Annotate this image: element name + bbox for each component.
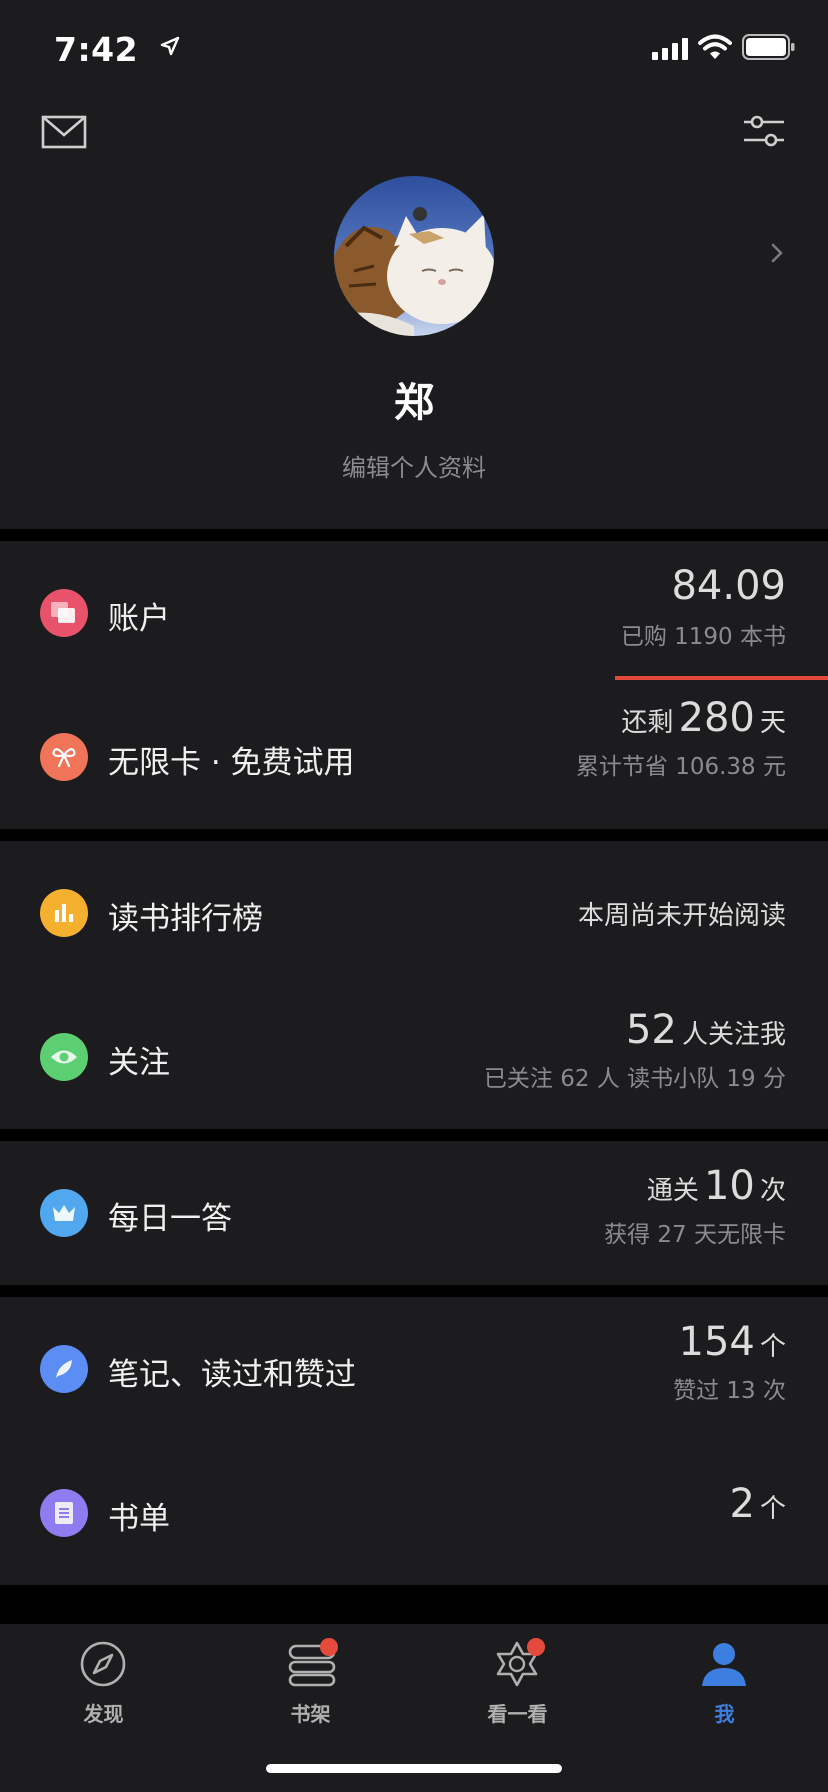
tab-watch-label: 看一看 [487, 1702, 548, 1726]
account-balance: 84.09 [671, 563, 786, 609]
tab-bookshelf-label: 书架 [290, 1702, 331, 1726]
daily-prefix: 通关 [646, 1176, 699, 1206]
profile-name: 郑 [394, 379, 434, 426]
avatar[interactable] [334, 176, 494, 336]
progress-underline [615, 676, 828, 680]
daily-unit: 次 [759, 1176, 786, 1206]
notes-label: 笔记、读过和赞过 [108, 1357, 356, 1393]
profile-header: 7:42 郑 编辑个人资料 [0, 0, 828, 529]
status-bar: 7:42 [0, 0, 828, 100]
tab-discover-label: 发现 [83, 1702, 124, 1726]
ranking-label: 读书排行榜 [108, 901, 263, 937]
daily-reward: 获得 27 天无限卡 [604, 1222, 786, 1248]
location-arrow-icon [160, 36, 180, 56]
daily-quiz-row[interactable]: 每日一答 通关 10 次 获得 27 天无限卡 [0, 1141, 828, 1285]
cellular-signal-icon [652, 38, 688, 60]
daily-count: 10 [703, 1163, 755, 1209]
eye-icon [40, 1033, 88, 1081]
settings-sliders-icon[interactable] [740, 110, 788, 154]
unlimited-savings: 累计节省 106.38 元 [575, 754, 786, 780]
unlimited-prefix: 还剩 [621, 708, 674, 738]
mail-icon[interactable] [40, 112, 88, 152]
booklist-count: 2 [729, 1481, 755, 1527]
tab-me[interactable]: 我 [621, 1624, 828, 1744]
likes-summary: 赞过 13 次 [673, 1378, 786, 1404]
notes-row[interactable]: 笔记、读过和赞过 154 个 赞过 13 次 [0, 1297, 828, 1441]
tab-watch[interactable]: 看一看 [414, 1624, 621, 1744]
chevron-right-icon[interactable] [770, 242, 784, 264]
tab-bookshelf[interactable]: 书架 [207, 1624, 414, 1744]
tab-me-label: 我 [714, 1702, 735, 1726]
notes-unit: 个 [759, 1332, 786, 1362]
infinity-ribbon-icon [40, 733, 88, 781]
booklist-unit: 个 [759, 1494, 786, 1524]
unlimited-days: 280 [678, 695, 755, 741]
feather-icon [40, 1345, 88, 1393]
unlimited-unit: 天 [759, 708, 786, 738]
followers-count: 52 [625, 1007, 677, 1053]
edit-profile-link[interactable]: 编辑个人资料 [0, 448, 828, 483]
wifi-icon [698, 34, 732, 59]
unlimited-card-label: 无限卡 · 免费试用 [108, 745, 355, 781]
account-section: 账户 84.09 已购 1190 本书 无限卡 · 免费试用 还剩 280 天 … [0, 541, 828, 829]
watch-badge [527, 1638, 545, 1656]
tab-discover[interactable]: 发现 [0, 1624, 207, 1744]
list-document-icon [40, 1489, 88, 1537]
daily-section: 每日一答 通关 10 次 获得 27 天无限卡 [0, 1141, 828, 1285]
battery-icon [742, 34, 795, 60]
bar-chart-icon [40, 889, 88, 937]
daily-quiz-label: 每日一答 [108, 1201, 232, 1237]
bookshelf-badge [320, 1638, 338, 1656]
booklist-label: 书单 [108, 1501, 170, 1537]
status-time: 7:42 [54, 30, 139, 69]
account-label: 账户 [108, 601, 170, 637]
followers-unit: 人关注我 [681, 1020, 786, 1050]
notes-count: 154 [678, 1319, 755, 1365]
home-indicator [266, 1764, 562, 1773]
account-row[interactable]: 账户 84.09 已购 1190 本书 [0, 541, 828, 685]
compass-icon [80, 1641, 126, 1687]
ranking-row[interactable]: 读书排行榜 本周尚未开始阅读 [0, 841, 828, 985]
account-purchased: 已购 1190 本书 [620, 624, 786, 650]
ranking-status: 本周尚未开始阅读 [577, 901, 786, 931]
following-summary: 已关注 62 人 读书小队 19 分 [483, 1066, 786, 1092]
follow-label: 关注 [108, 1045, 170, 1081]
crown-icon [40, 1189, 88, 1237]
library-section: 笔记、读过和赞过 154 个 赞过 13 次 书单 2 个 [0, 1297, 828, 1585]
social-section: 读书排行榜 本周尚未开始阅读 关注 52 人关注我 已关注 62 人 读书小队 … [0, 841, 828, 1129]
wallet-icon [40, 589, 88, 637]
booklist-row[interactable]: 书单 2 个 [0, 1441, 828, 1585]
follow-row[interactable]: 关注 52 人关注我 已关注 62 人 读书小队 19 分 [0, 985, 828, 1129]
unlimited-card-row[interactable]: 无限卡 · 免费试用 还剩 280 天 累计节省 106.38 元 [0, 685, 828, 829]
person-icon [702, 1643, 746, 1686]
